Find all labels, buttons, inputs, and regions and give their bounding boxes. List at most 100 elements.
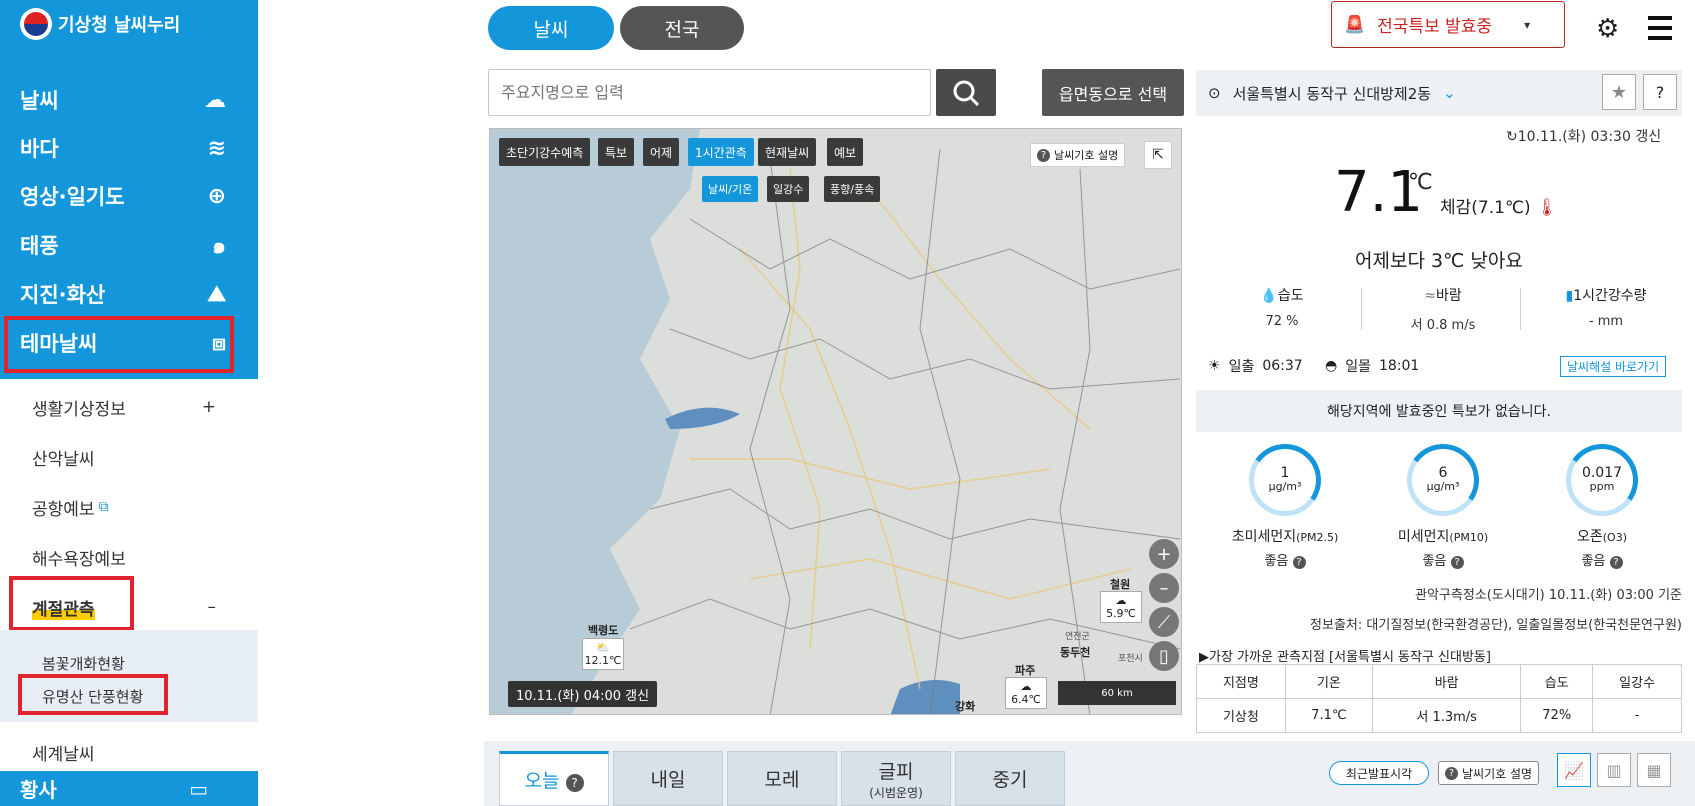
- tab-label: 내일: [650, 769, 686, 791]
- air-name: 초미세먼지: [1231, 529, 1297, 545]
- menu-imagery[interactable]: 영상·일기도 ⊕: [0, 172, 258, 220]
- map-tab-current[interactable]: 현재날씨: [758, 138, 817, 166]
- question-icon[interactable]: ?: [565, 774, 584, 792]
- sub-world-weather[interactable]: 세계날씨: [0, 727, 258, 777]
- bar-chart-icon[interactable]: ▥: [1597, 753, 1631, 787]
- menu-icon[interactable]: [1648, 16, 1672, 40]
- table-header: 기온: [1284, 664, 1374, 699]
- station-name: 강화: [955, 700, 976, 713]
- favorite-star-icon[interactable]: ★: [1602, 74, 1636, 110]
- map-tab-nowcast[interactable]: 초단기강수예측: [499, 138, 591, 166]
- ruler-icon[interactable]: ⟋: [1149, 607, 1179, 637]
- menu-imagery-label: 영상·일기도: [20, 185, 125, 209]
- stat-value: 서 0.8 m/s: [1410, 318, 1476, 333]
- search-button[interactable]: [936, 69, 996, 116]
- gear-icon[interactable]: ⚙: [1596, 14, 1619, 44]
- question-icon: ?: [1037, 148, 1050, 162]
- table-cell: 72%: [1520, 698, 1594, 733]
- alert-label: 전국특보 발효중: [1377, 17, 1493, 37]
- menu-yellow-dust[interactable]: 황사 ▭: [0, 771, 258, 806]
- question-icon[interactable]: ?: [1450, 556, 1464, 569]
- external-link-icon[interactable]: ⇱: [1144, 141, 1172, 169]
- tab-sub-label: (시범운영): [869, 785, 923, 800]
- map-subtab-rain[interactable]: 일강수: [767, 176, 810, 202]
- sunrise-icon: ☀: [1208, 358, 1221, 374]
- table-view-icon[interactable]: ▦: [1637, 753, 1671, 787]
- cloud-sun-icon: ☁: [204, 87, 226, 113]
- region-select-button[interactable]: 읍면동으로 선택: [1042, 69, 1184, 116]
- sub-beach-forecast[interactable]: 해수욕장예보: [0, 532, 258, 582]
- satellite-target-icon: ⊕: [207, 183, 226, 209]
- sub-airport-forecast[interactable]: 공항예보 ⧉: [0, 482, 258, 532]
- station-marker[interactable]: ☁ 6.4℃: [1005, 677, 1047, 709]
- recent-release-button[interactable]: 최근발표시각: [1329, 761, 1429, 785]
- sub-beach-label: 해수욕장예보: [32, 549, 126, 570]
- menu-typhoon-label: 태풍: [20, 234, 59, 258]
- tab-mid-term[interactable]: 중기: [955, 751, 1065, 806]
- station-marker[interactable]: ☁ 5.9℃: [1100, 591, 1142, 623]
- feels-like: 체감(7.1℃) 🌡: [1440, 193, 1558, 218]
- air-unit: ppm: [1589, 480, 1615, 493]
- sub-life-weather[interactable]: 생활기상정보 +: [0, 382, 258, 432]
- sidebar: 기상청 날씨누리 날씨 ☁ 바다 ≋ 영상·일기도 ⊕ 태풍 ๑ 지진·화산 ⛰…: [0, 0, 258, 806]
- air-pm10[interactable]: 6 μg/m³ 미세먼지(PM10) 좋음 ?: [1368, 444, 1518, 569]
- tab-today[interactable]: 오늘 ?: [499, 751, 609, 806]
- national-alert-button[interactable]: 🚨 전국특보 발효중 ▾: [1331, 1, 1565, 48]
- stat-label: 1시간강수량: [1573, 288, 1647, 304]
- siren-icon: 🚨: [1344, 14, 1366, 35]
- question-icon[interactable]: ?: [1609, 556, 1623, 569]
- air-code: (PM10): [1449, 531, 1489, 544]
- menu-weather[interactable]: 날씨 ☁: [0, 76, 258, 124]
- station-temp: 12.1℃: [584, 654, 622, 667]
- zoom-out-button[interactable]: –: [1149, 573, 1179, 603]
- help-button[interactable]: ?: [1643, 74, 1677, 110]
- station-marker[interactable]: ⛅ 12.1℃: [582, 638, 624, 670]
- sub-mountain-weather[interactable]: 산악날씨: [0, 432, 258, 482]
- weather-commentary-link[interactable]: 날씨해설 바로가기: [1560, 356, 1667, 377]
- map-tab-alert[interactable]: 특보: [598, 138, 635, 166]
- tab-tomorrow[interactable]: 내일: [613, 751, 723, 806]
- sun-cloud-icon: ⛅: [596, 641, 610, 654]
- air-unit: μg/m³: [1268, 480, 1302, 493]
- tab-weather[interactable]: 날씨: [488, 6, 614, 50]
- tab-national[interactable]: 전국: [620, 6, 744, 50]
- weather-map[interactable]: 초단기강수예측 특보 어제 1시간관측 현재날씨 예보 날씨/기온 일강수 풍향…: [489, 128, 1182, 715]
- graph-view-icon[interactable]: 📈: [1557, 753, 1591, 787]
- sub-airport-label: 공항예보: [32, 499, 95, 520]
- search-input[interactable]: [489, 70, 930, 115]
- zoom-in-button[interactable]: +: [1149, 539, 1179, 569]
- map-subtab-temp[interactable]: 날씨/기온: [702, 176, 759, 202]
- no-alert-notice: 해당지역에 발효중인 특보가 없습니다.: [1196, 390, 1682, 432]
- map-legend-button[interactable]: ? 날씨기호 설명: [1030, 143, 1126, 167]
- legend-button[interactable]: ? 날씨기호 설명: [1438, 761, 1540, 785]
- refresh-icon[interactable]: ↻: [1506, 129, 1518, 145]
- menu-sea[interactable]: 바다 ≋: [0, 124, 258, 172]
- menu-typhoon[interactable]: 태풍 ๑: [0, 221, 258, 269]
- tab-three-days[interactable]: 글피 (시범운영): [841, 751, 951, 806]
- map-tab-hourly-obs[interactable]: 1시간관측: [688, 138, 754, 166]
- air-station-note: 관악구측정소(도시대기) 10.11.(화) 03:00 기준: [1415, 588, 1682, 603]
- table-header: 바람: [1372, 664, 1522, 699]
- locate-icon[interactable]: ⊙: [1208, 84, 1221, 102]
- air-ozone[interactable]: 0.017 ppm 오존(O3) 좋음 ?: [1527, 444, 1677, 569]
- question-icon[interactable]: ?: [1292, 556, 1306, 569]
- menu-earthquake[interactable]: 지진·화산 ⛰: [0, 270, 258, 318]
- sub-mountain-label: 산악날씨: [32, 449, 95, 470]
- wind-icon: ≈: [1424, 288, 1436, 304]
- air-gauge: 1 μg/m³: [1249, 444, 1321, 516]
- site-logo[interactable]: 기상청 날씨누리: [20, 8, 180, 40]
- collapse-minus-icon[interactable]: –: [208, 597, 217, 617]
- expand-plus-icon[interactable]: +: [202, 397, 216, 417]
- tab-day-after[interactable]: 모레: [727, 751, 837, 806]
- chevron-down-icon[interactable]: ⌄: [1443, 84, 1456, 102]
- sunset-label: 일몰: [1345, 359, 1371, 375]
- map-tab-yesterday[interactable]: 어제: [643, 138, 680, 166]
- map-subtab-wind[interactable]: 풍향/풍속: [824, 176, 881, 202]
- map-tab-forecast[interactable]: 예보: [827, 138, 864, 166]
- sub-spring-flower[interactable]: 봄꽃개화현황: [42, 653, 125, 674]
- map-layer-icon[interactable]: ▯: [1149, 641, 1179, 671]
- stat-value: - mm: [1588, 314, 1624, 329]
- dust-icon: ▭: [189, 776, 208, 801]
- tab-label: 중기: [992, 769, 1028, 791]
- air-pm25[interactable]: 1 μg/m³ 초미세먼지(PM2.5) 좋음 ?: [1210, 444, 1360, 569]
